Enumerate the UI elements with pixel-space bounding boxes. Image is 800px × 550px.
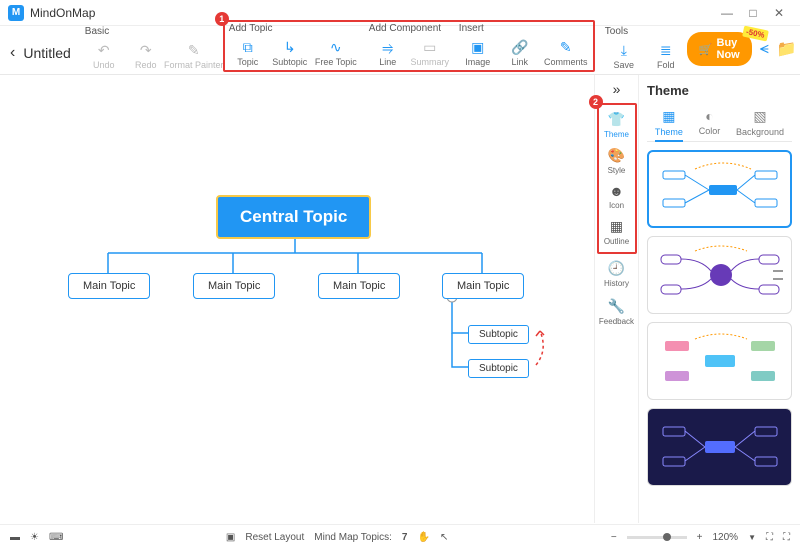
mindmap-canvas[interactable]: Central Topic Main Topic Main Topic Main… [0,75,594,523]
topics-count: 7 [402,532,408,543]
discount-badge: -50% [742,26,768,42]
theme-preset[interactable] [647,322,792,400]
grid-icon: ▦ [662,108,675,125]
annotation-badge-2: 2 [589,95,603,109]
rail-style[interactable]: 🎨Style [599,143,635,179]
cursor-tool-icon[interactable]: ↖ [440,532,448,543]
fold-icon: ≣ [660,41,672,59]
view-mode-icon[interactable]: ▬ [10,532,20,543]
image-button[interactable]: ▣Image [457,36,499,69]
reset-layout-icon[interactable]: ▣ [226,532,235,543]
annotation-box-2: 2 👕Theme 🎨Style ☻Icon ▦Outline [597,103,637,254]
fullscreen-icon[interactable]: ⛶ [783,532,790,543]
annotation-badge-1: 1 [215,12,229,26]
redo-button[interactable]: ↷Redo [125,39,167,72]
undo-button[interactable]: ↶Undo [83,39,125,72]
rail-feedback[interactable]: 🔧Feedback [599,294,635,330]
main-topic-node[interactable]: Main Topic [442,273,524,299]
save-button[interactable]: ⤓Save [603,39,645,72]
buy-now-button[interactable]: 🛒 Buy Now -50% [687,32,752,66]
droplet-icon: ◐ [705,108,713,124]
rail-outline[interactable]: ▦Outline [599,214,635,250]
app-logo: M [8,5,24,21]
subtopic-node[interactable]: Subtopic [468,359,529,378]
theme-preset[interactable] [647,236,792,314]
link-button[interactable]: 🔗Link [499,36,541,69]
rail-history[interactable]: 🕘History [599,256,635,292]
fold-button[interactable]: ≣Fold [645,39,687,72]
window-minimize[interactable]: — [714,3,740,23]
comments-button[interactable]: ✎Comments [541,36,591,69]
smile-icon: ☻ [609,183,624,199]
back-button[interactable]: ‹ [10,44,15,62]
topic-icon: ⧉ [243,38,253,56]
group-label-addtopic: Add Topic [227,23,361,34]
rail-theme[interactable]: 👕Theme [599,107,635,143]
line-icon: ⥤ [382,38,393,56]
wrench-icon: 🔧 [608,298,625,315]
window-maximize[interactable]: □ [740,3,766,23]
link-icon: 🔗 [511,38,528,56]
grid-icon: ▦ [610,218,623,235]
keyboard-icon[interactable]: ⌨ [49,532,63,543]
zoom-slider-handle[interactable] [663,533,671,541]
brightness-icon[interactable]: ☀ [30,532,39,543]
window-close[interactable]: ✕ [766,3,792,23]
main-topic-node[interactable]: Main Topic [318,273,400,299]
comment-icon: ✎ [560,38,572,56]
group-label-basic: Basic [83,26,221,37]
format-painter-button[interactable]: ✎Format Painter [167,39,221,72]
export-icon[interactable]: 📁 [777,39,797,59]
line-button[interactable]: ⥤Line [367,36,409,69]
annotation-box-1: 1 Add Topic ⧉Topic ↳Subtopic ∿Free Topic… [223,20,595,72]
tab-theme[interactable]: ▦Theme [655,108,683,142]
brush-icon: ✎ [188,41,200,59]
main-topic-node[interactable]: Main Topic [193,273,275,299]
clock-icon: 🕘 [608,260,625,277]
subtopic-icon: ↳ [284,38,296,56]
topic-button[interactable]: ⧉Topic [227,36,269,69]
group-label-addcomponent: Add Component [367,23,451,34]
zoom-level[interactable]: 120% [713,532,739,543]
undo-icon: ↶ [98,41,110,59]
topics-label: Mind Map Topics: [314,532,392,543]
rail-icon[interactable]: ☻Icon [599,179,635,214]
reset-layout-button[interactable]: Reset Layout [245,532,304,543]
fit-screen-icon[interactable]: ⛶ [766,532,773,543]
tab-background[interactable]: ▧Background [736,108,784,137]
group-label-tools: Tools [603,26,687,37]
save-icon: ⤓ [621,41,627,59]
theme-panel: Theme ▦Theme ◐Color ▧Background [638,75,800,523]
redo-icon: ↷ [140,41,152,59]
palette-icon: 🎨 [608,147,625,164]
zoom-in-button[interactable]: + [697,532,703,543]
collapse-rail-button[interactable]: » [613,81,621,97]
tab-color[interactable]: ◐Color [699,108,721,137]
zoom-out-button[interactable]: − [611,532,617,543]
image-icon: ▧ [753,108,766,125]
free-topic-button[interactable]: ∿Free Topic [311,36,361,69]
app-name: MindOnMap [30,6,95,20]
summary-icon: ▭ [423,38,436,56]
theme-preset[interactable] [647,408,792,486]
toolbar: ‹ Untitled Basic ↶Undo ↷Redo ✎Format Pai… [0,26,800,74]
subtopic-button[interactable]: ↳Subtopic [269,36,311,69]
shirt-icon: 👕 [608,111,625,128]
group-label-insert: Insert [457,23,591,34]
subtopic-node[interactable]: Subtopic [468,325,529,344]
summary-button[interactable]: ▭Summary [409,36,451,69]
panel-title: Theme [647,83,792,98]
image-icon: ▣ [471,38,484,56]
central-topic-node[interactable]: Central Topic [216,195,371,239]
free-topic-icon: ∿ [330,38,342,56]
hand-tool-icon[interactable]: ✋ [417,532,429,543]
cart-icon: 🛒 [699,43,713,56]
statusbar: ▬ ☀ ⌨ ▣ Reset Layout Mind Map Topics: 7 … [0,524,800,550]
main-topic-node[interactable]: Main Topic [68,273,150,299]
side-rail: » 2 👕Theme 🎨Style ☻Icon ▦Outline 🕘Histor… [594,75,638,523]
theme-preset[interactable] [647,150,792,228]
share-icon[interactable]: ⪪ [760,40,769,58]
document-title[interactable]: Untitled [23,45,70,61]
main-area: Central Topic Main Topic Main Topic Main… [0,75,800,523]
